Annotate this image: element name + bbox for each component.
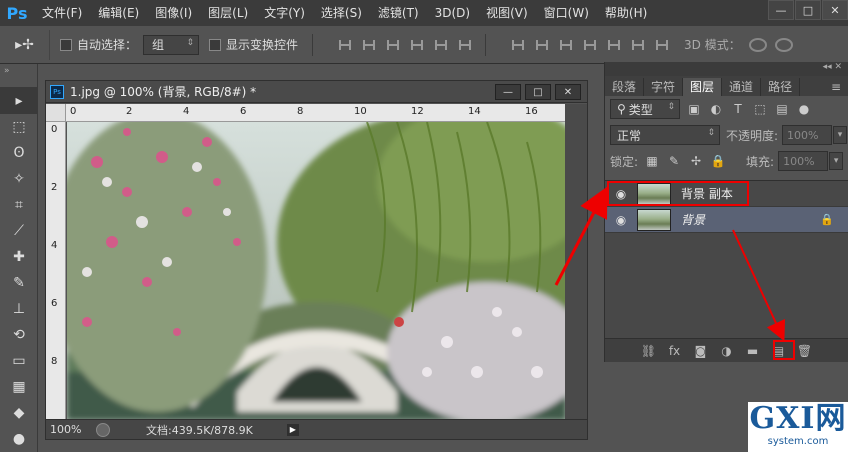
annotation-arrows [554, 186, 786, 342]
arrow-to-copy-layer [554, 186, 608, 286]
watermark-bottom-text: system.com [767, 436, 829, 447]
photoshop-window: Ps 文件(F) 编辑(E) 图像(I) 图层(L) 文字(Y) 选择(S) 滤… [0, 0, 848, 452]
arrow-to-new-layer-button [732, 229, 786, 342]
site-watermark-logo: GXI网 system.com [748, 402, 848, 452]
watermark-top-text: GXI网 [749, 401, 847, 436]
